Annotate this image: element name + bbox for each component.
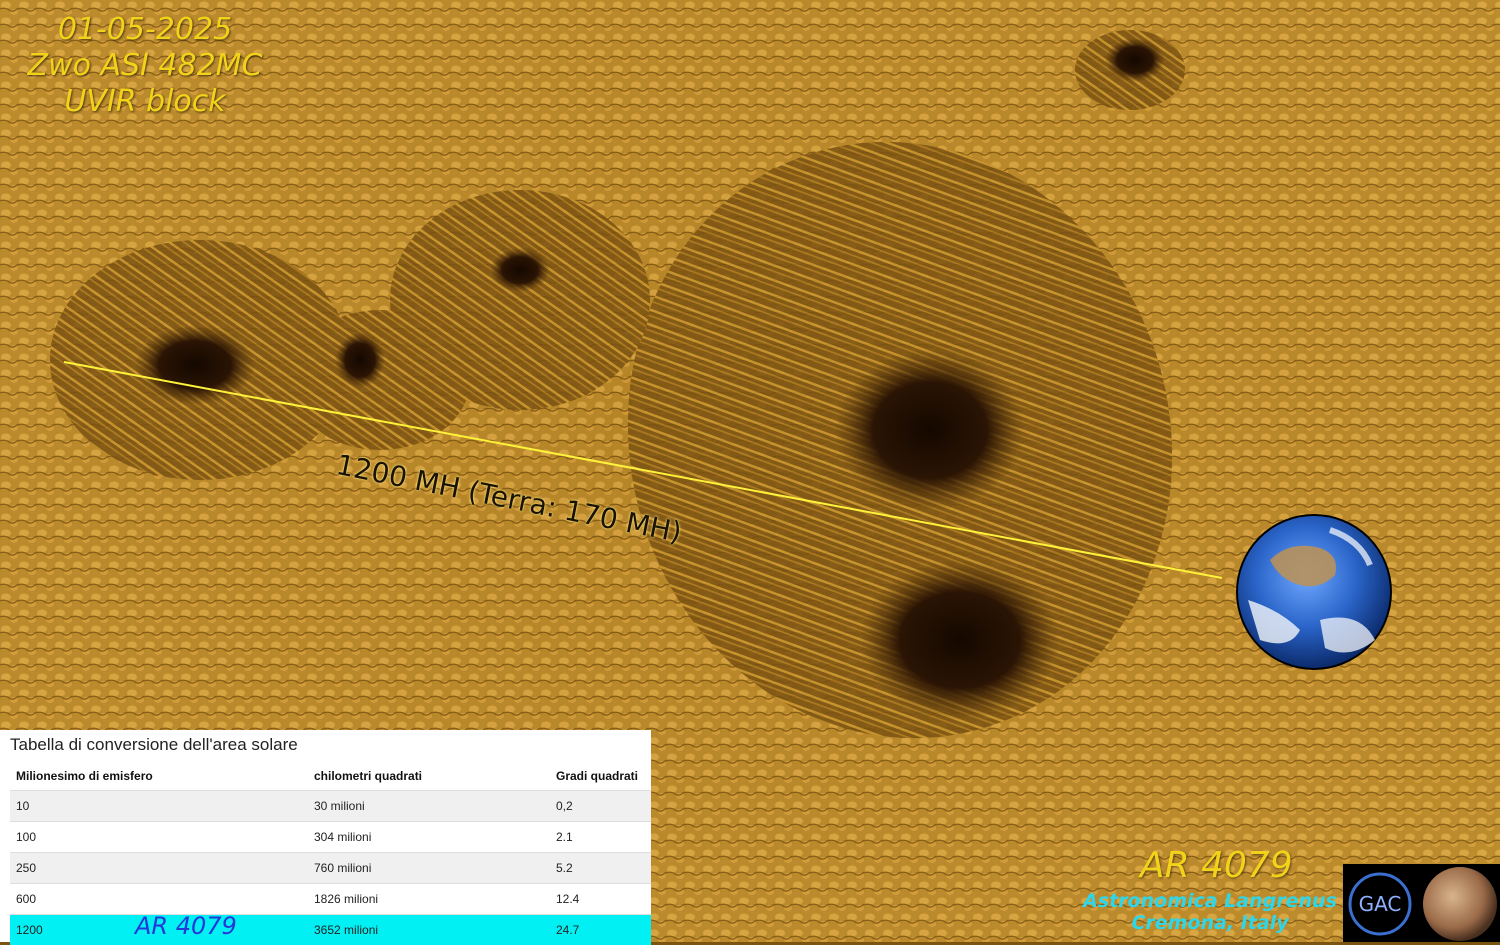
cell-square-km: 760 milioni xyxy=(308,853,550,884)
cell-square-km: 1826 milioni xyxy=(308,884,550,915)
caption-date: 01-05-2025 xyxy=(20,12,270,48)
highlight-row-tag: AR 4079 xyxy=(135,912,237,940)
moon-logo-mark xyxy=(1423,867,1497,941)
table-row-highlighted: 1200 3652 milioni 24.7 xyxy=(10,915,651,945)
table-header-row: Milionesimo di emisfero chilometri quadr… xyxy=(10,762,651,791)
cell-hemisphere: 600 xyxy=(10,884,308,915)
caption-filter: UVIR block xyxy=(20,84,270,120)
cell-hemisphere: 100 xyxy=(10,822,308,853)
caption-camera: Zwo ASI 482MC xyxy=(20,48,270,84)
cell-square-km: 3652 milioni xyxy=(308,915,550,945)
conversion-table-title: Tabella di conversione dell'area solare xyxy=(10,735,298,755)
cell-square-degrees: 0,2 xyxy=(550,791,651,822)
cell-square-degrees: 2.1 xyxy=(550,822,651,853)
cell-square-degrees: 24.7 xyxy=(550,915,651,945)
header-hemisphere: Milionesimo di emisfero xyxy=(10,762,308,791)
organization-location: Cremona, Italy xyxy=(1080,912,1340,934)
cell-hemisphere: 10 xyxy=(10,791,308,822)
cell-square-degrees: 5.2 xyxy=(550,853,651,884)
earth-globe-icon xyxy=(1237,515,1391,669)
cell-hemisphere: 250 xyxy=(10,853,308,884)
region-title: AR 4079 xyxy=(1140,845,1293,886)
header-square-km: chilometri quadrati xyxy=(308,762,550,791)
conversion-table: Milionesimo di emisfero chilometri quadr… xyxy=(10,762,651,945)
organization-name: Astronomica Langrenus xyxy=(1080,890,1340,912)
gac-logo-mark: GAC xyxy=(1350,874,1410,934)
conversion-table-panel: Tabella di conversione dell'area solare … xyxy=(0,730,651,942)
table-row: 250 760 milioni 5.2 xyxy=(10,853,651,884)
table-row: 100 304 milioni 2.1 xyxy=(10,822,651,853)
logo-group: GAC xyxy=(1343,864,1500,942)
cell-square-km: 304 milioni xyxy=(308,822,550,853)
table-row: 600 1826 milioni 12.4 xyxy=(10,884,651,915)
header-square-degrees: Gradi quadrati xyxy=(550,762,651,791)
cell-square-km: 30 milioni xyxy=(308,791,550,822)
svg-text:GAC: GAC xyxy=(1359,892,1402,916)
table-row: 10 30 milioni 0,2 xyxy=(10,791,651,822)
cell-square-degrees: 12.4 xyxy=(550,884,651,915)
